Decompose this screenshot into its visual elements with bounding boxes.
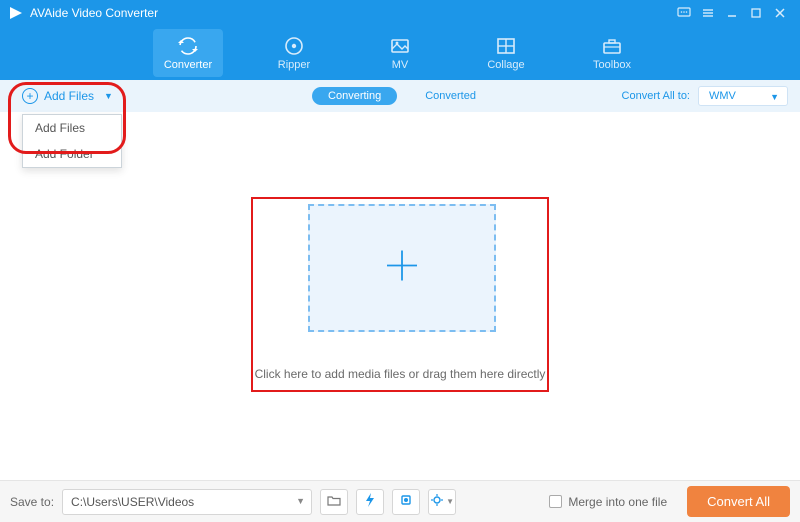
chevron-down-icon: ▼ xyxy=(104,91,113,101)
close-button[interactable] xyxy=(768,1,792,25)
chevron-down-icon: ▼ xyxy=(770,92,779,102)
convert-all-to-label: Convert All to: xyxy=(622,90,690,102)
tab-converting[interactable]: Converting xyxy=(312,87,397,105)
toolbox-icon xyxy=(601,35,623,57)
gpu-button[interactable] xyxy=(392,489,420,515)
nav-label: Converter xyxy=(164,59,212,71)
dropdown-item-add-folder[interactable]: Add Folder xyxy=(23,141,121,167)
disc-icon xyxy=(283,35,305,57)
nav-label: MV xyxy=(392,59,409,71)
nav-label: Ripper xyxy=(278,59,310,71)
minimize-button[interactable] xyxy=(720,1,744,25)
nav-ripper[interactable]: Ripper xyxy=(259,29,329,77)
swap-icon xyxy=(177,35,199,57)
folder-icon xyxy=(327,493,341,510)
add-files-button[interactable]: + Add Files ▼ xyxy=(12,84,123,108)
conversion-tabs: Converting Converted xyxy=(312,87,488,105)
gear-icon xyxy=(430,493,444,510)
maximize-button[interactable] xyxy=(744,1,768,25)
save-to-label: Save to: xyxy=(10,495,54,509)
nav-mv[interactable]: MV xyxy=(365,29,435,77)
feedback-icon[interactable] xyxy=(672,1,696,25)
nav-label: Collage xyxy=(487,59,524,71)
dropdown-item-add-files[interactable]: Add Files xyxy=(23,115,121,141)
checkbox-box xyxy=(549,495,562,508)
convert-all-button[interactable]: Convert All xyxy=(687,486,790,517)
add-files-label: Add Files xyxy=(44,89,94,103)
save-path-select[interactable]: C:\Users\USER\Videos ▼ xyxy=(62,489,312,515)
convert-all-to: Convert All to: WMV ▼ xyxy=(622,86,788,106)
app-title: AVAide Video Converter xyxy=(30,6,158,20)
image-icon xyxy=(389,35,411,57)
app-logo-icon xyxy=(8,5,24,21)
settings-button[interactable]: ▼ xyxy=(428,489,456,515)
chevron-down-icon: ▼ xyxy=(446,497,454,506)
sub-toolbar: + Add Files ▼ Add Files Add Folder Conve… xyxy=(0,80,800,112)
chip-icon xyxy=(399,493,413,510)
nav-converter[interactable]: Converter xyxy=(153,29,223,77)
titlebar: AVAide Video Converter xyxy=(0,0,800,26)
save-path-value: C:\Users\USER\Videos xyxy=(71,495,194,509)
nav-collage[interactable]: Collage xyxy=(471,29,541,77)
menu-icon[interactable] xyxy=(696,1,720,25)
plus-circle-icon: + xyxy=(22,88,38,104)
dropzone[interactable] xyxy=(308,204,496,332)
merge-checkbox[interactable]: Merge into one file xyxy=(549,495,667,509)
format-select[interactable]: WMV ▼ xyxy=(698,86,788,106)
hw-accel-button[interactable] xyxy=(356,489,384,515)
chevron-down-icon: ▼ xyxy=(296,496,305,506)
grid-icon xyxy=(495,35,517,57)
tab-converted[interactable]: Converted xyxy=(413,87,488,105)
main-nav: Converter Ripper MV Collage Toolbox xyxy=(0,26,800,80)
nav-toolbox[interactable]: Toolbox xyxy=(577,29,647,77)
plus-icon xyxy=(381,245,423,292)
bolt-icon xyxy=(364,493,376,510)
nav-label: Toolbox xyxy=(593,59,631,71)
dropzone-caption: Click here to add media files or drag th… xyxy=(0,367,800,381)
bottom-bar: Save to: C:\Users\USER\Videos ▼ ▼ Merge … xyxy=(0,480,800,522)
format-value: WMV xyxy=(709,90,736,102)
merge-label: Merge into one file xyxy=(568,495,667,509)
add-files-dropdown: Add Files Add Folder xyxy=(22,114,122,168)
browse-folder-button[interactable] xyxy=(320,489,348,515)
